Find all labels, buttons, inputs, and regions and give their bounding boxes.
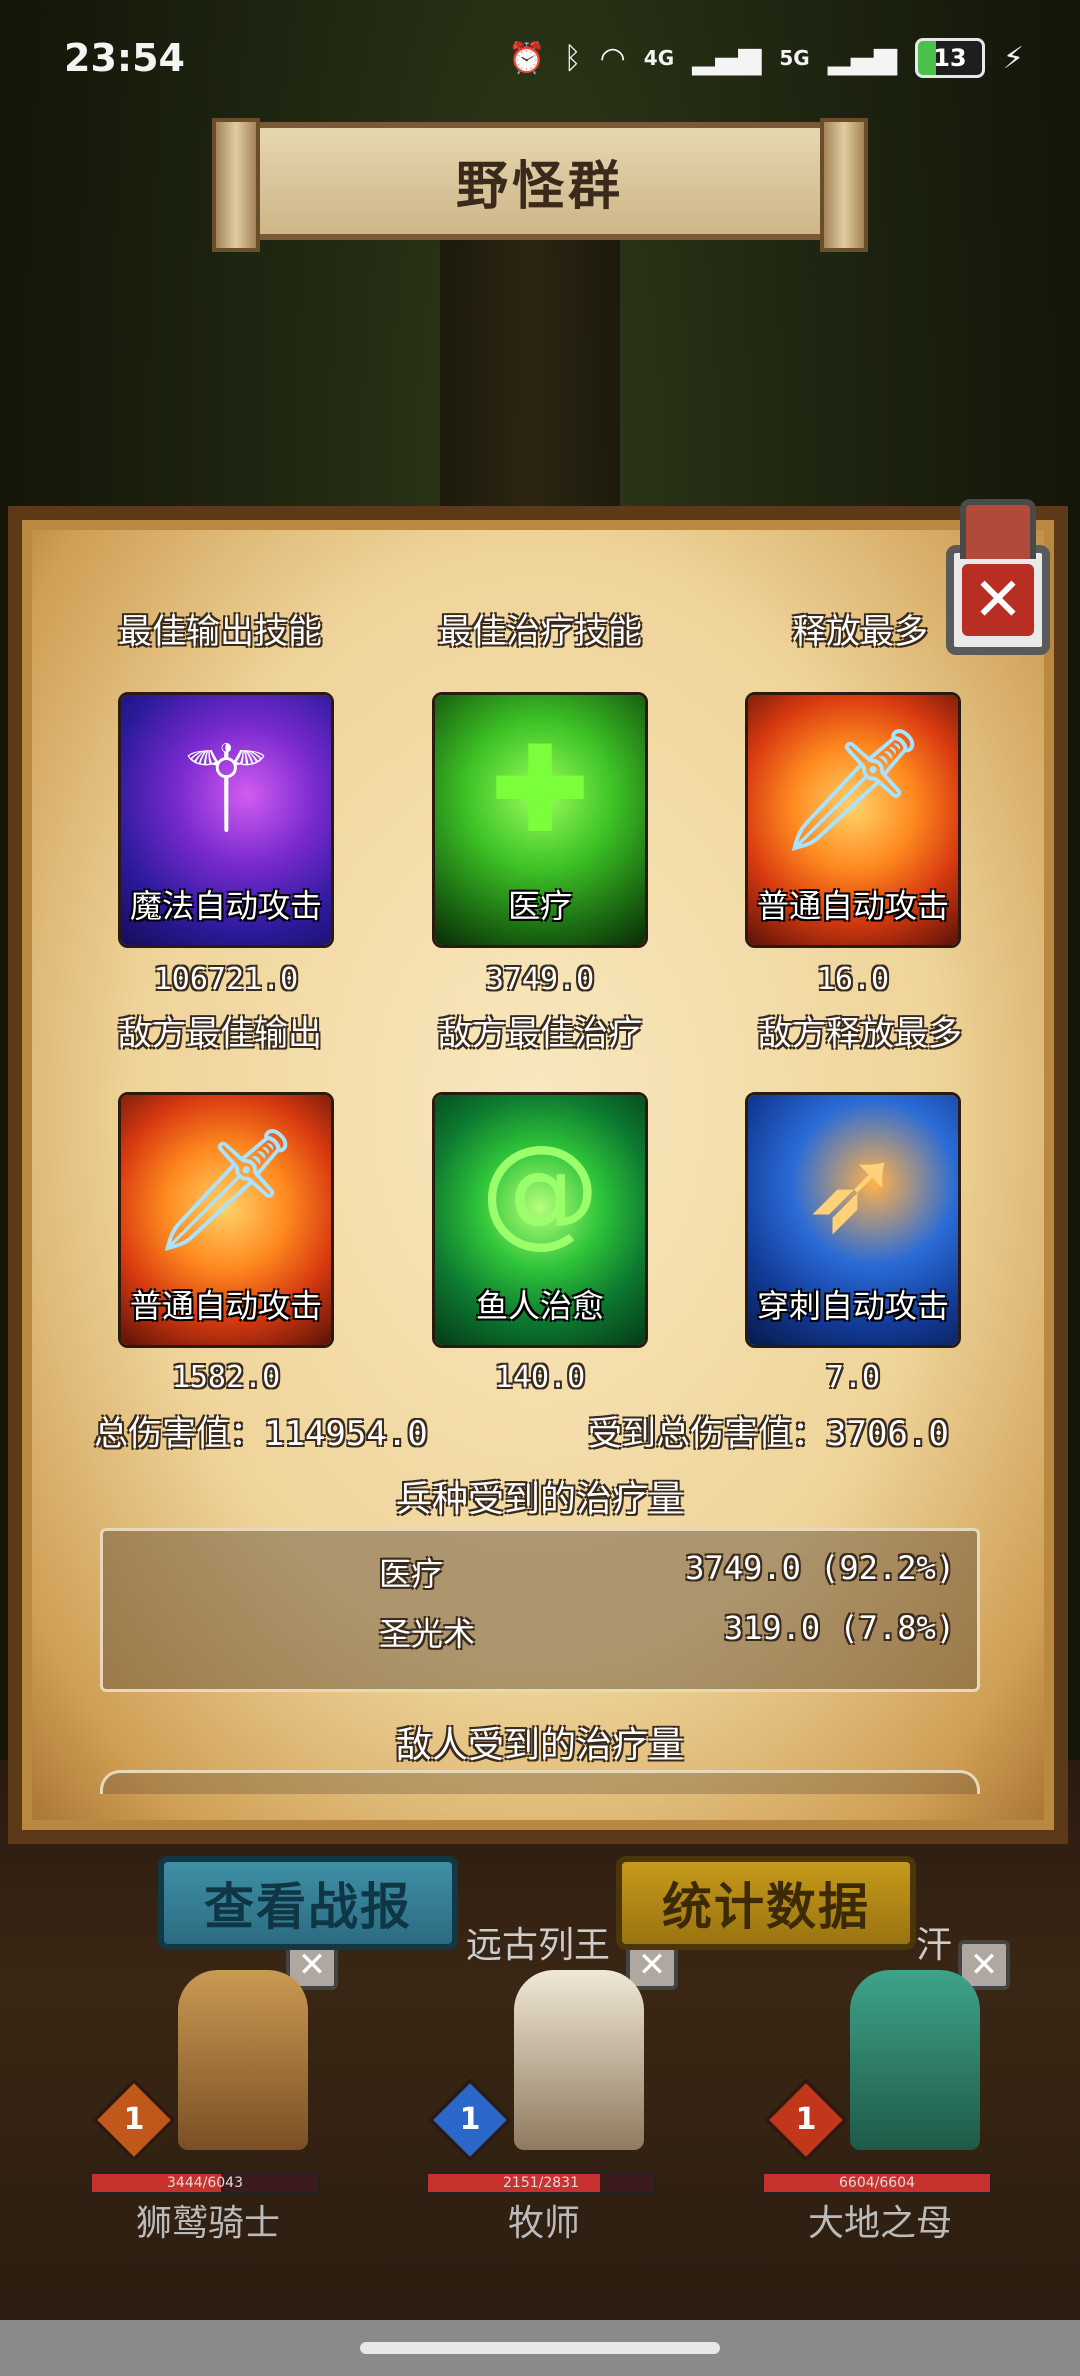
unit-heal-table: 医疗 3749.0 (92.2%) 圣光术 319.0 (7.8%) [100, 1528, 980, 1692]
charging-icon: ⚡ [1002, 40, 1024, 76]
label-row-1: 最佳输出技能 最佳治疗技能 释放最多 [60, 604, 1020, 653]
skill-card[interactable]: ➶ 穿刺自动攻击 [745, 1092, 961, 1348]
label-most-cast: 释放最多 [792, 612, 928, 652]
skill-name: 穿刺自动攻击 [756, 1287, 949, 1325]
damage-taken: 受到总伤害值：3706.0 [588, 1414, 949, 1454]
wifi-icon: ◠ [599, 40, 626, 76]
home-gesture-handle[interactable] [360, 2342, 720, 2354]
signal-bars-icon: ▂▄▆ [692, 40, 762, 76]
skill-value: 1582.0 [171, 1360, 281, 1395]
status-bar: 23:54 ⏰ ᛒ ◠ 4G ▂▄▆ 5G ▂▄▆ 13 ⚡ [0, 0, 1080, 120]
signal-bars-icon: ▂▄▆ [827, 40, 897, 76]
heal-skill-name: 医疗 [379, 1555, 444, 1593]
heal-amount: 319.0 (7.8%) [723, 1609, 955, 1647]
hero-name: 牧师 [507, 2203, 580, 2244]
system-nav-bar [0, 2320, 1080, 2376]
status-time: 23:54 [64, 36, 185, 80]
table-row: 圣光术 319.0 (7.8%) [103, 1609, 977, 1669]
enemy-heal-title: 敌人受到的治疗量 [395, 1725, 684, 1766]
skill-name: 普通自动攻击 [129, 1287, 322, 1325]
skill-card[interactable]: ✚ 医疗 [432, 692, 648, 948]
earth-mother-sprite [850, 1970, 980, 2150]
hp-bar: 6604/6604 [762, 2172, 992, 2194]
heal-amount: 3749.0 (92.2%) [685, 1549, 955, 1587]
skill-name: 魔法自动攻击 [129, 887, 322, 925]
hero-slot[interactable]: 1 3444/6043 狮鹫骑士 [90, 1950, 358, 2270]
label-best-damage: 最佳输出技能 [118, 612, 322, 652]
label-enemy-best-damage: 敌方最佳输出 [118, 1014, 322, 1054]
signal-4g-label: 4G [643, 46, 675, 70]
bluetooth-icon: ᛒ [563, 40, 582, 76]
title-scroll: 野怪群 [212, 118, 868, 252]
skill-card[interactable]: @ 鱼人治愈 [432, 1092, 648, 1348]
skill-card[interactable]: ⚚ 魔法自动攻击 [118, 692, 334, 948]
skill-value: 16.0 [816, 962, 890, 997]
hero-name: 大地之母 [807, 2203, 952, 2244]
skill-value: 106721.0 [153, 962, 299, 997]
heal-skill-name: 圣光术 [379, 1615, 476, 1653]
table-row: 医疗 3749.0 (92.2%) [103, 1549, 977, 1609]
hero-slot[interactable]: 1 6604/6604 大地之母 [762, 1950, 1030, 2270]
hero-slot[interactable]: 1 2151/2831 牧师 [426, 1950, 694, 2270]
skill-value: 7.0 [825, 1360, 881, 1395]
hp-bar: 2151/2831 [426, 2172, 656, 2194]
page-title: 野怪群 [455, 156, 624, 217]
hp-bar: 3444/6043 [90, 2172, 320, 2194]
skill-card[interactable]: 🗡 普通自动攻击 [118, 1092, 334, 1348]
unit-heal-title: 兵种受到的治疗量 [395, 1479, 684, 1520]
view-report-button[interactable]: 查看战报 [158, 1856, 458, 1950]
statistics-button[interactable]: 统计数据 [616, 1856, 916, 1950]
label-row-2: 敌方最佳输出 敌方最佳治疗 敌方释放最多 [60, 1006, 1020, 1055]
label-enemy-most-cast: 敌方释放最多 [758, 1014, 962, 1054]
skill-name: 鱼人治愈 [475, 1287, 604, 1325]
total-damage: 总伤害值：114954.0 [94, 1414, 428, 1454]
skill-value: 3749.0 [485, 962, 595, 997]
label-best-heal: 最佳治疗技能 [438, 612, 642, 652]
status-icons: ⏰ ᛒ ◠ 4G ▂▄▆ 5G ▂▄▆ 13 ⚡ [508, 38, 1024, 78]
skill-name: 普通自动攻击 [756, 887, 949, 925]
alarm-icon: ⏰ [508, 40, 546, 76]
enemy-heal-table[interactable] [100, 1770, 980, 1794]
griffin-knight-sprite [178, 1970, 308, 2150]
priest-sprite [514, 1970, 644, 2150]
skill-value: 140.0 [494, 1360, 586, 1395]
battery-icon: 13 [914, 38, 985, 78]
label-enemy-best-heal: 敌方最佳治疗 [438, 1014, 642, 1054]
skill-card[interactable]: 🗡 普通自动攻击 [745, 692, 961, 948]
signal-5g-label: 5G [779, 46, 810, 70]
skill-name: 医疗 [507, 887, 572, 925]
hero-name: 狮鹫骑士 [135, 2203, 280, 2244]
